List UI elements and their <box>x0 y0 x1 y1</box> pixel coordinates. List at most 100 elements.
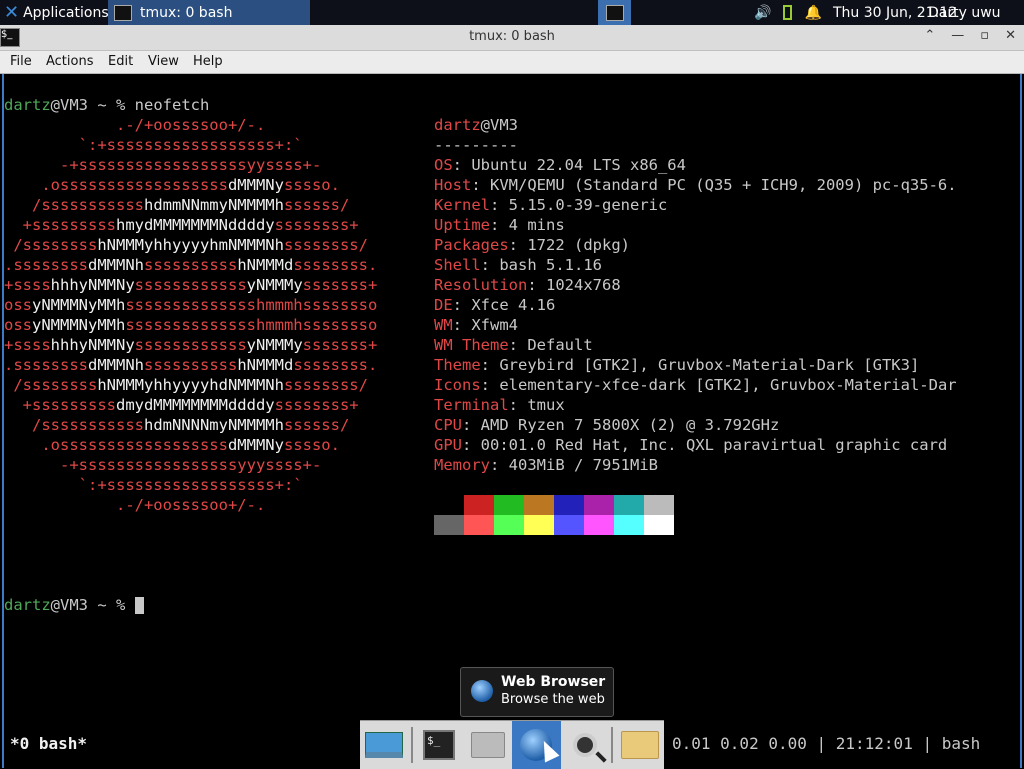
color-swatch <box>644 495 674 515</box>
prompt-user: dartz <box>4 596 51 614</box>
info-value: 4 mins <box>508 216 565 234</box>
minimize-window-icon[interactable]: — <box>951 28 964 43</box>
info-key: Shell <box>434 256 481 274</box>
info-key: WM Theme <box>434 336 509 354</box>
ascii-logo-line: +ssssssssshmydMMMMMMMNddddyssssssss+ <box>4 216 359 234</box>
ascii-logo-line: .-/+oossssoo+/-. <box>4 116 266 134</box>
info-key: Uptime <box>434 216 490 234</box>
color-swatch <box>464 515 494 535</box>
color-swatch <box>584 515 614 535</box>
ascii-logo-line: .ossssssssssssssssssdMMMNysssso. <box>4 176 340 194</box>
info-key: Resolution <box>434 276 528 294</box>
color-swatch <box>644 515 674 535</box>
info-row: CPU: AMD Ryzen 7 5800X (2) @ 3.792GHz <box>434 416 780 434</box>
prompt-line: dartz@VM3 ~ % <box>4 595 144 615</box>
tooltip-title: Web Browser <box>501 674 606 690</box>
info-value: elementary-xfce-dark [GTK2], Gruvbox-Mat… <box>499 376 957 394</box>
window-title: tmux: 0 bash <box>469 29 555 44</box>
info-key: Terminal <box>434 396 509 414</box>
command-text: neofetch <box>134 96 210 114</box>
maximize-window-icon[interactable]: ▫ <box>980 28 989 43</box>
info-value: Xfce 4.16 <box>471 296 556 314</box>
ascii-logo-line: /sssssssshNMMMyhhyyyyhdNMMMNhssssssss/ <box>4 376 368 394</box>
info-row: Host: KVM/QEMU (Standard PC (Q35 + ICH9,… <box>434 176 957 194</box>
color-swatch <box>494 495 524 515</box>
tmux-window-list: *0 bash* <box>10 734 88 753</box>
info-key: DE <box>434 296 453 314</box>
info-value: AMD Ryzen 7 5800X (2) @ 3.792GHz <box>480 416 780 434</box>
ascii-logo-line: -+sssssssssssssssssyyyssss+- <box>4 456 322 474</box>
color-swatch <box>554 515 584 535</box>
close-window-icon[interactable]: ✕ <box>1005 28 1016 43</box>
info-row: Terminal: tmux <box>434 396 565 414</box>
ascii-logo-line: .ssssssssdMMMNhsssssssssshNMMMdssssssss. <box>4 256 378 274</box>
terminal-area[interactable]: dartz@VM3 ~ % neofetch .-/+oossssoo+/-. … <box>2 74 1022 768</box>
notification-bell-icon[interactable]: 🔔 <box>805 5 822 21</box>
info-value: 5.15.0-39-generic <box>508 196 668 214</box>
info-key: WM <box>434 316 453 334</box>
info-key: Icons <box>434 376 481 394</box>
prompt-host: @VM3 <box>50 596 88 614</box>
color-swatch <box>524 515 554 535</box>
web-browser-tooltip: Web Browser Browse the web <box>460 667 614 717</box>
info-row: Icons: elementary-xfce-dark [GTK2], Gruv… <box>434 376 957 394</box>
info-row: WM Theme: Default <box>434 336 593 354</box>
info-value: Greybird [GTK2], Gruvbox-Material-Dark [… <box>499 356 920 374</box>
window-titlebar[interactable]: $_ tmux: 0 bash ⌃ — ▫ ✕ <box>0 25 1024 51</box>
info-row: Resolution: 1024x768 <box>434 276 621 294</box>
folder-icon <box>620 731 659 759</box>
prompt-user: dartz <box>4 96 51 114</box>
volume-icon[interactable]: 🔊 <box>754 5 771 21</box>
show-desktop-icon <box>365 732 404 758</box>
menu-view[interactable]: View <box>148 54 179 69</box>
ascii-logo-line: .ssssssssdMMMNhsssssssssshNMMMdssssssss. <box>4 356 378 374</box>
info-value: tmux <box>527 396 565 414</box>
battery-icon[interactable] <box>783 5 793 20</box>
color-swatch <box>434 515 464 535</box>
info-value: 403MiB / 7951MiB <box>508 456 658 474</box>
ascii-logo-line: +sssshhhyNMMNyssssssssssssyNMMMysssssss+ <box>4 336 378 354</box>
dock-show-desktop[interactable] <box>360 721 409 769</box>
info-value: Ubuntu 22.04 LTS x86_64 <box>471 156 686 174</box>
info-header: dartz@VM3 <box>434 115 518 135</box>
info-user: dartz <box>434 116 481 134</box>
applications-menu-button[interactable]: ✕ Applications <box>0 0 109 25</box>
ascii-logo-line: `:+ssssssssssssssssss+:` <box>4 476 303 494</box>
info-value: Default <box>527 336 593 354</box>
top-panel: ✕ Applications tmux: 0 bash 🔊 🔔 Thu 30 J… <box>0 0 1024 25</box>
info-row: Packages: 1722 (dpkg) <box>434 236 630 254</box>
dock-terminal[interactable]: $_ <box>415 721 464 769</box>
workspace-button[interactable] <box>598 0 631 25</box>
dock-file-manager[interactable] <box>615 721 664 769</box>
menu-actions[interactable]: Actions <box>46 54 94 69</box>
ascii-logo-line: /ssssssssssshdmmNNmmyNMMMMhssssss/ <box>4 196 350 214</box>
info-value: 00:01.0 Red Hat, Inc. QXL paravirtual gr… <box>480 436 948 454</box>
info-key: Packages <box>434 236 509 254</box>
info-row: WM: Xfwm4 <box>434 316 519 334</box>
info-row: GPU: 00:01.0 Red Hat, Inc. QXL paravirtu… <box>434 436 948 454</box>
info-host: @VM3 <box>480 116 518 134</box>
info-row: DE: Xfce 4.16 <box>434 296 556 314</box>
menu-help[interactable]: Help <box>193 54 223 69</box>
dock-app-finder[interactable] <box>561 721 610 769</box>
dock: $_ <box>360 720 664 769</box>
info-separator: --------- <box>434 136 518 154</box>
ascii-logo-line: ossyNMMMNyMMhsssssssssssssshmmmhssssssso <box>4 296 378 314</box>
user-menu[interactable]: Darty uwu <box>928 0 1001 25</box>
ascii-logo-line: +sssssssssdmydMMMMMMMMddddyssssssss+ <box>4 396 359 414</box>
dock-home-folder[interactable] <box>463 721 512 769</box>
command-line: dartz@VM3 ~ % neofetch <box>4 95 209 115</box>
menu-file[interactable]: File <box>10 54 32 69</box>
shade-window-icon[interactable]: ⌃ <box>924 28 935 43</box>
menu-edit[interactable]: Edit <box>108 54 133 69</box>
dock-separator <box>611 727 614 763</box>
ascii-logo-line: +sssshhhyNMMNyssssssssssssyNMMMysssssss+ <box>4 276 378 294</box>
info-value: Xfwm4 <box>471 316 519 334</box>
prompt-symbol: ~ % <box>88 596 135 614</box>
taskbar-item-tmux[interactable]: tmux: 0 bash <box>108 0 310 25</box>
color-swatch <box>554 495 584 515</box>
prompt-host: @VM3 <box>50 96 88 114</box>
dock-separator <box>410 727 413 763</box>
info-row: OS: Ubuntu 22.04 LTS x86_64 <box>434 156 686 174</box>
info-key: GPU <box>434 436 462 454</box>
